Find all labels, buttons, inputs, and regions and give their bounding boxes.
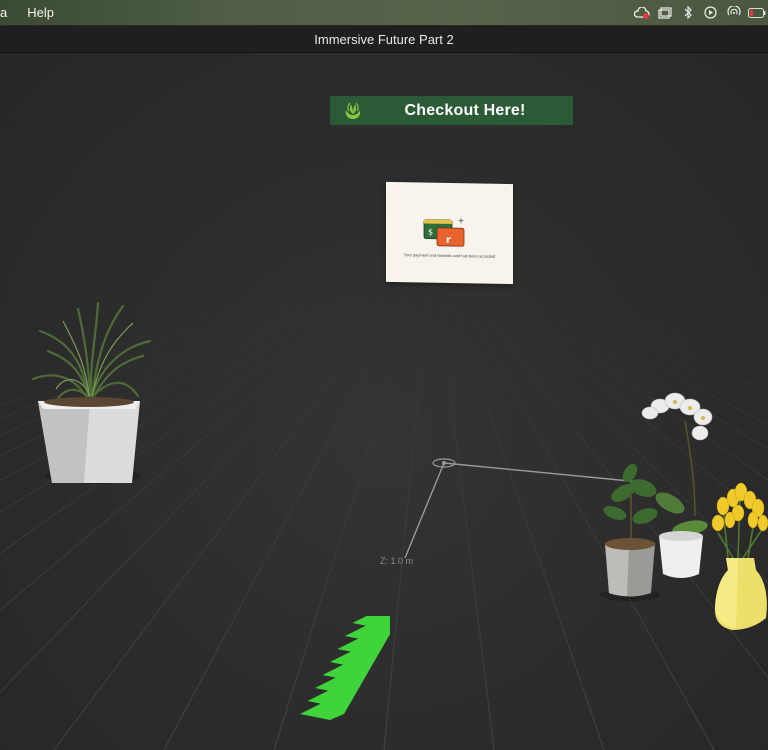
menu-help[interactable]: Help [19,5,62,20]
payment-panel[interactable]: $ r Your payment and rewards card has be… [386,181,513,285]
payment-message: Your payment and rewards card has been a… [403,252,496,259]
checkout-banner-text: Checkout Here! [404,101,526,119]
status-area [630,0,768,25]
menu-app-name[interactable]: a [0,5,19,20]
checkout-banner[interactable]: Checkout Here! [330,96,573,125]
window-title-bar: Immersive Future Part 2 [0,26,768,53]
payment-cards-icon: $ r [423,215,469,255]
woolworths-logo-icon [330,102,375,120]
window-title: Immersive Future Part 2 [314,31,454,47]
guide-arrow-icon [300,616,390,720]
menu-bar: a Help [0,0,768,25]
potted-grass-plant[interactable] [28,301,153,486]
rewards-symbol: r [446,235,451,246]
scene-viewport[interactable]: Checkout Here! $ r Your payment and rewa… [0,53,768,750]
airdrop-icon[interactable] [722,0,745,25]
creative-cloud-icon[interactable] [630,0,653,25]
bluetooth-icon[interactable] [676,0,699,25]
dollar-symbol: $ [428,228,433,237]
axis-z-label: Z: 1.0 m [380,556,414,566]
yellow-tulips-vase[interactable] [708,478,768,633]
potted-fig-plant[interactable] [595,458,720,603]
play-icon[interactable] [699,0,722,25]
battery-icon[interactable] [745,0,768,25]
window-icon[interactable] [653,0,676,25]
